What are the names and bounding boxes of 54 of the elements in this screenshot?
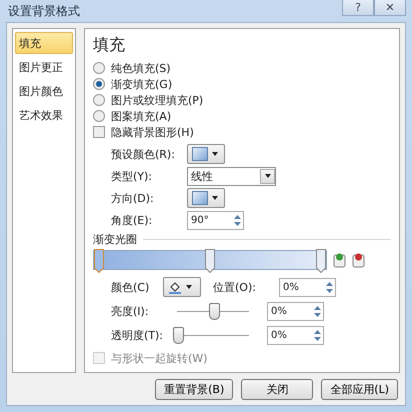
field-label: 方向(D): (111, 190, 155, 206)
spin-arrows-icon[interactable] (232, 212, 243, 228)
position-field[interactable]: 0% (279, 278, 336, 296)
group-label: 渐变光圈 (93, 232, 137, 247)
caret-icon[interactable] (260, 168, 275, 184)
field-label: 类型(Y): (111, 168, 154, 184)
gradient-bar[interactable] (93, 250, 327, 270)
field-label: 透明度(T): (111, 328, 164, 342)
angle-field[interactable]: 90° (187, 210, 244, 230)
gradient-stop[interactable] (94, 249, 104, 273)
sidebar-item[interactable]: 艺术效果 (15, 104, 73, 126)
spin-arrows-icon[interactable] (324, 280, 335, 294)
help-button[interactable]: ? (342, 0, 374, 16)
radio-button[interactable] (93, 110, 105, 122)
radio-button[interactable] (93, 62, 105, 74)
brightness-field[interactable]: 0% (267, 302, 324, 320)
gradient-stop[interactable] (316, 249, 326, 273)
spin-arrows-icon[interactable] (312, 304, 323, 318)
checkbox[interactable] (93, 126, 105, 138)
radio-label: 渐变填充(G) (111, 76, 172, 92)
transparency-field[interactable]: 0% (267, 326, 324, 344)
dialog-button[interactable]: 重置背景(B) (155, 379, 234, 400)
field-label: 亮度(I): (111, 304, 150, 318)
section-heading: 填充 (93, 35, 126, 56)
preset-color-button[interactable] (187, 144, 225, 164)
field-label: 预设颜色(R): (111, 146, 176, 162)
type-dropdown[interactable]: 线性 (187, 166, 276, 186)
radio-label: 图案填充(A) (111, 108, 172, 124)
field-label: 角度(E): (111, 212, 154, 228)
gradient-stop[interactable] (205, 249, 215, 273)
radio-button[interactable] (93, 78, 105, 90)
window-title: 设置背景格式 (8, 2, 81, 20)
brightness-slider[interactable] (177, 302, 249, 320)
remove-stop-icon[interactable] (352, 252, 365, 268)
checkbox-label: 隐藏背景图形(H) (111, 124, 194, 140)
add-stop-icon[interactable] (333, 252, 346, 268)
field-label: 颜色(C) (111, 280, 150, 294)
radio-button[interactable] (93, 94, 105, 106)
checkbox-label: 与形状一起旋转(W) (111, 350, 208, 366)
close-button[interactable]: ✕ (374, 0, 406, 16)
sidebar-item[interactable]: 图片颜色 (15, 80, 73, 102)
paint-bucket-icon (168, 280, 182, 294)
sidebar-item[interactable]: 图片更正 (15, 56, 73, 78)
field-label: 位置(O): (213, 280, 257, 294)
sidebar-item[interactable]: 填充 (15, 32, 73, 54)
spin-arrows-icon[interactable] (312, 328, 323, 342)
dialog-button[interactable]: 关闭 (241, 379, 314, 400)
color-button[interactable] (163, 277, 201, 297)
direction-button[interactable] (187, 188, 225, 208)
dialog-button[interactable]: 全部应用(L) (321, 379, 398, 400)
slider-thumb[interactable] (209, 303, 220, 320)
slider-thumb[interactable] (173, 327, 184, 344)
radio-label: 纯色填充(S) (111, 60, 171, 76)
radio-label: 图片或纹理填充(P) (111, 92, 204, 108)
